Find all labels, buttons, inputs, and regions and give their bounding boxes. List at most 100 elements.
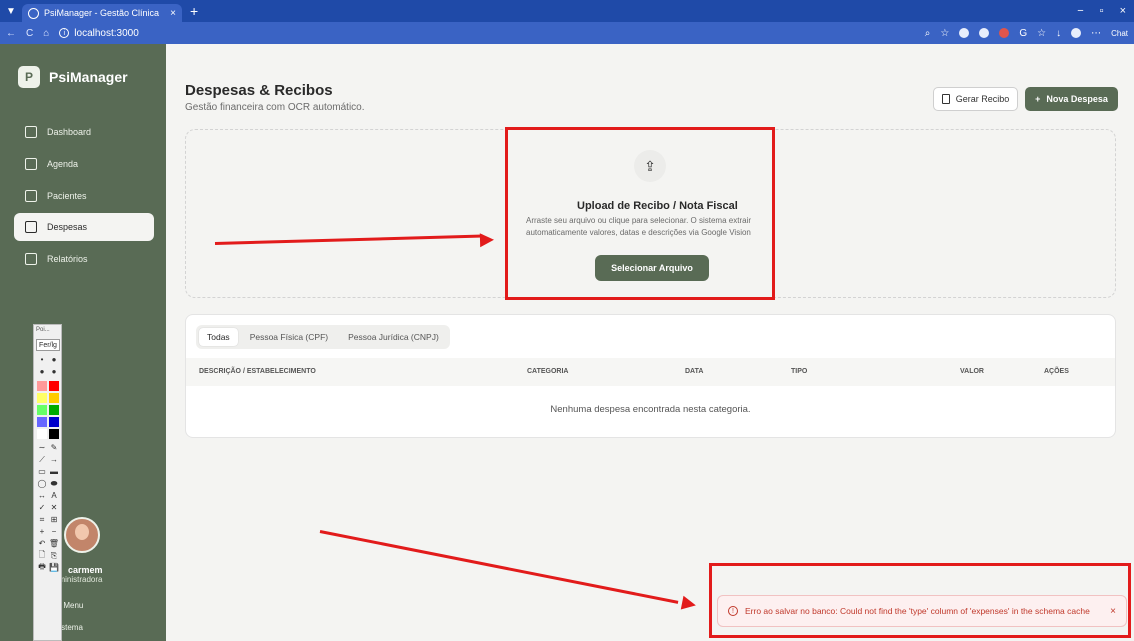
extension-icon[interactable] [999,28,1010,38]
color-swatch[interactable] [49,417,59,427]
window-controls: − ▫ × [1077,5,1134,17]
paint-tool[interactable]: ◯ [37,479,47,488]
paint-tool[interactable]: ⟋ [37,455,47,464]
tab-pessoa-fisica[interactable]: Pessoa Física (CPF) [242,328,336,346]
sidebar: P PsiManager Dashboard Agenda Pacientes … [0,44,166,641]
paint-tool[interactable]: − [49,527,59,536]
back-icon[interactable]: ← [6,28,16,39]
color-swatch[interactable] [37,417,47,427]
sidebar-item-despesas[interactable]: Despesas [14,213,154,241]
page-subtitle: Gestão financeira com OCR automático. [185,102,365,113]
close-window-button[interactable]: × [1120,5,1126,17]
paint-tool[interactable]: ⎘ [49,551,59,560]
column-header-valor[interactable]: VALOR [960,368,984,375]
paint-tool[interactable]: ⬬ [49,479,59,488]
extension-icon[interactable] [979,28,990,38]
paint-tool[interactable]: A [49,491,59,500]
paint-tool[interactable]: 🗑 [49,539,59,548]
minimize-button[interactable]: − [1077,5,1083,17]
small-dot-tool[interactable]: • [37,355,47,364]
home-icon[interactable]: ⌂ [43,28,49,39]
search-icon[interactable]: ⌕ [925,28,931,39]
site-info-icon[interactable]: i [59,28,70,38]
nova-despesa-button[interactable]: + Nova Despesa [1025,87,1118,111]
favorites-icon[interactable]: ☆ [1037,28,1046,39]
new-tab-button[interactable]: + [190,3,198,19]
paint-tool[interactable]: + [37,527,47,536]
globe-icon [28,7,39,19]
user-name: carmem [68,565,103,575]
color-swatch[interactable] [37,429,47,439]
expenses-table-card: Todas Pessoa Física (CPF) Pessoa Jurídic… [185,314,1116,438]
sidebar-item-agenda[interactable]: Agenda [14,150,154,178]
column-header-categoria[interactable]: CATEGORIA [527,368,568,375]
extension-icon[interactable]: G [1019,28,1027,39]
annotation-arrowhead-upload [479,232,495,248]
large-dot-tool[interactable]: ● [37,367,47,376]
sidebar-item-dashboard[interactable]: Dashboard [14,118,154,146]
tab-todas[interactable]: Todas [199,328,238,346]
star-icon[interactable]: ☆ [940,28,949,39]
paint-tool[interactable]: ⊞ [49,515,59,524]
avatar[interactable] [64,517,100,553]
sidebar-item-label: Pacientes [47,191,87,201]
url-text: localhost:3000 [74,27,139,39]
tab-list-chevron-icon[interactable]: ▼ [0,0,22,22]
table-header: DESCRIÇÃO / ESTABELECIMENTO CATEGORIA DA… [186,358,1115,386]
paint-tool[interactable]: ▭ [37,467,47,476]
extension-icon[interactable] [959,28,970,38]
column-header-tipo[interactable]: TIPO [791,368,807,375]
paint-tool[interactable]: → [49,455,59,464]
color-swatch[interactable] [49,393,59,403]
extension-icons: ⌕ ☆ G ☆ ↓ ⋯ Chat [925,28,1128,39]
paint-tool[interactable]: ↶ [37,539,47,548]
column-header-descricao[interactable]: DESCRIÇÃO / ESTABELECIMENTO [199,368,316,375]
paint-tool[interactable]: 🖶 [37,562,47,572]
paint-tool[interactable]: ✕ [49,503,59,512]
paint-tool[interactable]: ▬ [49,467,59,476]
sidebar-item-relatorios[interactable]: Relatórios [14,245,154,273]
brand-name: PsiManager [49,69,128,85]
download-icon[interactable]: ↓ [1056,28,1061,39]
paint-toolbar-button[interactable]: Fer/lg [36,339,60,351]
paint-tool[interactable]: ✓ [37,503,47,512]
tab-title: PsiManager - Gestão Clínica [44,8,160,18]
gerar-recibo-button[interactable]: Gerar Recibo [933,87,1018,111]
refresh-icon[interactable]: C [26,28,33,39]
color-swatch[interactable] [49,381,59,391]
paint-tool[interactable]: ∼ [37,443,47,452]
column-header-acoes: AÇÕES [1044,368,1069,375]
empty-state-message: Nenhuma despesa encontrada nesta categor… [550,404,751,415]
chat-extension[interactable]: Chat [1111,29,1128,38]
sidebar-item-label: Agenda [47,159,79,169]
tab-close-icon[interactable]: × [170,8,176,19]
color-swatch[interactable] [49,429,59,439]
color-swatch[interactable] [37,405,47,415]
paint-tool[interactable]: ✎ [49,443,59,452]
color-swatch[interactable] [37,381,47,391]
paint-tool[interactable]: ↔ [37,491,47,500]
more-icon[interactable]: ⋯ [1091,28,1101,39]
category-tabs: Todas Pessoa Física (CPF) Pessoa Jurídic… [196,325,450,349]
toast-close-icon[interactable]: × [1110,606,1116,617]
paint-toolbar-title: Poi... [36,327,50,333]
browser-tab[interactable]: PsiManager - Gestão Clínica × [22,4,182,22]
column-header-data[interactable]: DATA [685,368,703,375]
tab-pessoa-juridica[interactable]: Pessoa Jurídica (CNPJ) [340,328,447,346]
paint-tool[interactable]: 🗋 [37,550,47,560]
medium-dot-tool[interactable]: ● [49,355,59,364]
xlarge-dot-tool[interactable]: ● [49,367,59,376]
color-swatch[interactable] [49,405,59,415]
paint-tool[interactable]: ⌗ [37,515,47,524]
brand-logo: P [18,66,40,88]
plus-icon: + [1035,94,1041,104]
maximize-button[interactable]: ▫ [1100,5,1104,17]
sidebar-item-label: Relatórios [47,254,88,264]
profile-icon[interactable] [1071,28,1082,38]
paint-tool[interactable]: 💾 [49,563,59,572]
annotation-box-upload [505,127,775,300]
url-field[interactable]: i localhost:3000 [59,28,139,39]
sidebar-item-pacientes[interactable]: Pacientes [14,182,154,210]
color-swatch[interactable] [37,393,47,403]
browser-tab-bar: ▼ PsiManager - Gestão Clínica × + − ▫ × [0,0,1134,22]
